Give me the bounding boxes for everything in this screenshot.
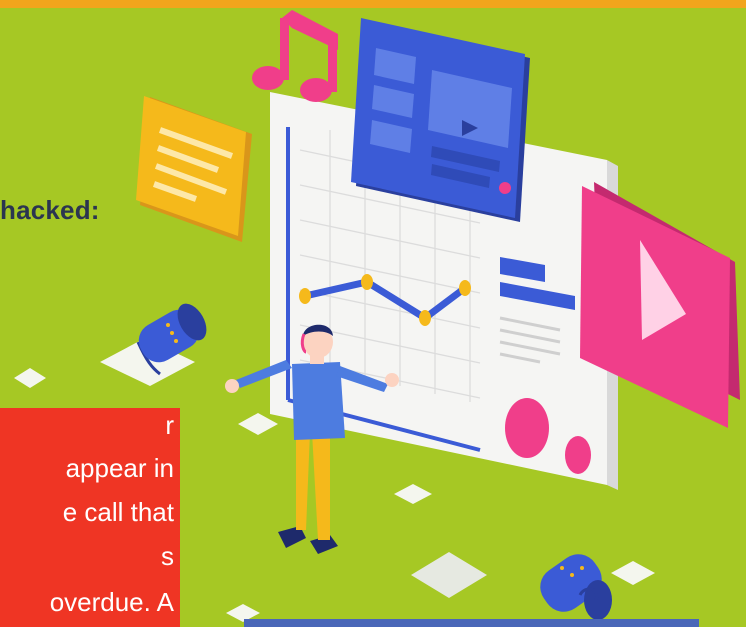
red-box-line: s [161,541,174,571]
music-note-icon [252,10,338,102]
red-text-box: r appear in e call that s overdue. A [0,408,180,627]
red-box-line: r [165,410,174,440]
speaker-icon [540,554,612,620]
red-box-line: appear in [65,453,174,483]
red-box-line: overdue. A [49,587,174,617]
bottom-blue-bar [244,619,699,627]
red-box-line: e call that [62,497,174,527]
message-card-icon [136,96,252,242]
illustration-scene: hacked: r appear in e call that s overdu… [0,0,746,627]
speaker-icon [100,303,207,386]
partial-heading: hacked: [0,195,100,225]
